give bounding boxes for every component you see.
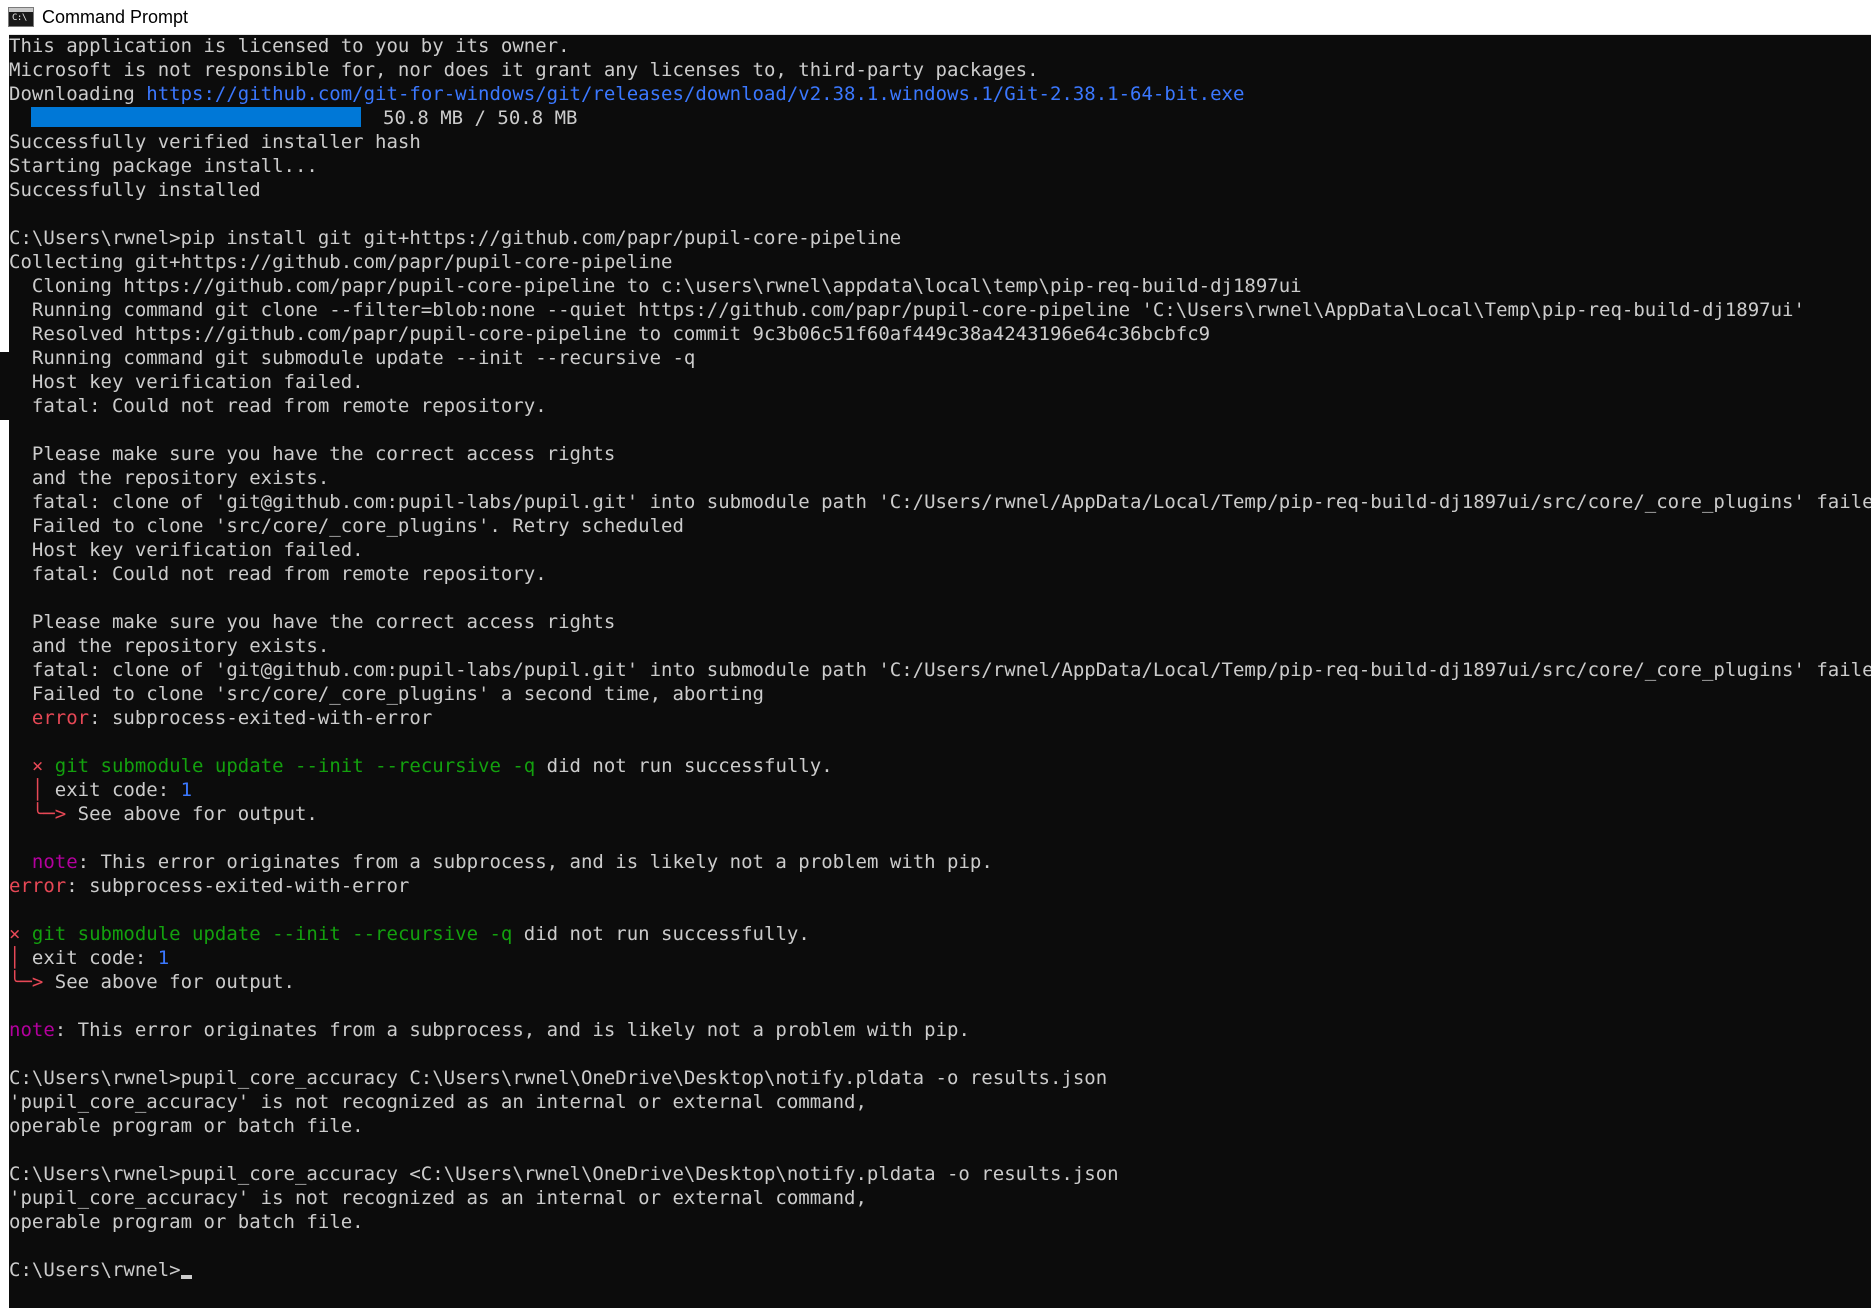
console-line: Failed to clone 'src/core/_core_plugins'…	[9, 515, 684, 537]
console-line: operable program or batch file.	[9, 1115, 364, 1137]
download-prefix: Downloading	[9, 83, 147, 105]
exit-code-label: exit code:	[20, 947, 158, 969]
console-line: and the repository exists.	[9, 467, 330, 489]
console-line: operable program or batch file.	[9, 1211, 364, 1233]
error-x-icon: ×	[31, 755, 44, 777]
inner-see-above-line: ╰─> See above for output.	[9, 802, 1871, 826]
console-line: Microsoft is not responsible for, nor do…	[9, 59, 1039, 81]
console-line: Please make sure you have the correct ac…	[9, 443, 616, 465]
outer-see-above-line: ╰─> See above for output.	[9, 970, 1871, 994]
exit-code-value: 1	[180, 779, 193, 801]
window-title: Command Prompt	[42, 6, 189, 27]
download-progress-bar	[31, 107, 361, 127]
tree-branch-icon: │	[31, 779, 44, 801]
exit-code-value: 1	[157, 947, 170, 969]
download-size: 50.8 MB / 50.8 MB	[383, 107, 578, 129]
not-success-text: did not run successfully.	[512, 923, 810, 945]
cmd-console-icon: C:\	[8, 7, 34, 27]
console-line: Starting package install...	[9, 155, 318, 177]
note-label: note	[9, 1019, 55, 1041]
note-message: : This error originates from a subproces…	[77, 851, 993, 873]
inner-note-line: note: This error originates from a subpr…	[9, 850, 1871, 874]
command-line: C:\Users\rwnel>pupil_core_accuracy <C:\U…	[9, 1163, 1119, 1185]
console-line: 'pupil_core_accuracy' is not recognized …	[9, 1091, 867, 1113]
console-line: Cloning https://github.com/papr/pupil-co…	[9, 275, 1302, 297]
console-line: Running command git submodule update --i…	[9, 347, 696, 369]
console-line: Successfully verified installer hash	[9, 131, 421, 153]
console-line: fatal: clone of 'git@github.com:pupil-la…	[9, 659, 1871, 681]
console-line: fatal: Could not read from remote reposi…	[9, 563, 547, 585]
command-line: C:\Users\rwnel>pupil_core_accuracy C:\Us…	[9, 1067, 1108, 1089]
outer-error-line: error: subprocess-exited-with-error	[9, 874, 1871, 898]
console-line: fatal: clone of 'git@github.com:pupil-la…	[9, 491, 1871, 513]
console-line: Successfully installed	[9, 179, 261, 201]
error-label: error	[9, 875, 67, 897]
console-line: Host key verification failed.	[9, 371, 364, 393]
tree-arrow-icon: ╰─>	[31, 803, 67, 825]
error-x-icon: ×	[9, 923, 21, 945]
failed-command: git submodule update --init --recursive …	[20, 923, 513, 945]
console-line: Running command git clone --filter=blob:…	[9, 299, 1805, 321]
prompt-text: C:\Users\rwnel>	[9, 1259, 181, 1281]
console-line: This application is licensed to you by i…	[9, 35, 570, 57]
exit-code-label: exit code:	[43, 779, 181, 801]
text-cursor	[180, 1275, 192, 1279]
console-line: 'pupil_core_accuracy' is not recognized …	[9, 1187, 867, 1209]
tree-branch-icon: │	[9, 947, 21, 969]
console-output[interactable]: This application is licensed to you by i…	[9, 34, 1871, 1308]
error-message: : subprocess-exited-with-error	[66, 875, 410, 897]
left-edge-strip	[0, 420, 9, 1308]
not-success-text: did not run successfully.	[535, 755, 833, 777]
see-above-text: See above for output.	[43, 971, 295, 993]
see-above-text: See above for output.	[66, 803, 318, 825]
title-bar[interactable]: C:\ Command Prompt	[0, 0, 1871, 35]
prompt-line[interactable]: C:\Users\rwnel>	[9, 1258, 1871, 1282]
console-line: Please make sure you have the correct ac…	[9, 611, 616, 633]
error-message: : subprocess-exited-with-error	[89, 707, 433, 729]
note-message: : This error originates from a subproces…	[54, 1019, 970, 1041]
download-line: Downloading https://github.com/git-for-w…	[9, 82, 1871, 106]
inner-exit-code-line: │ exit code: 1	[9, 778, 1871, 802]
note-label: note	[31, 851, 78, 873]
tree-arrow-icon: ╰─>	[9, 971, 44, 993]
outer-note-line: note: This error originates from a subpr…	[9, 1018, 1871, 1042]
console-line: and the repository exists.	[9, 635, 330, 657]
download-progress-line: 50.8 MB / 50.8 MB	[9, 106, 1871, 130]
error-label: error	[31, 707, 90, 729]
command-prompt-window[interactable]: C:\ Command Prompt This application is l…	[0, 0, 1871, 1308]
download-url-link[interactable]: https://github.com/git-for-windows/git/r…	[146, 83, 1244, 105]
console-line: Resolved https://github.com/papr/pupil-c…	[9, 323, 1211, 345]
outer-exit-code-line: │ exit code: 1	[9, 946, 1871, 970]
console-line: Failed to clone 'src/core/_core_plugins'…	[9, 683, 764, 705]
console-line: Host key verification failed.	[9, 539, 364, 561]
left-edge-strip	[0, 34, 9, 352]
command-line: C:\Users\rwnel>pip install git git+https…	[9, 227, 902, 249]
failed-command: git submodule update --init --recursive …	[43, 755, 536, 777]
console-line: fatal: Could not read from remote reposi…	[9, 395, 547, 417]
console-line: Collecting git+https://github.com/papr/p…	[9, 251, 673, 273]
outer-error-summary-line: × git submodule update --init --recursiv…	[9, 922, 1871, 946]
inner-error-summary-line: × git submodule update --init --recursiv…	[9, 754, 1871, 778]
inner-error-line: error: subprocess-exited-with-error	[9, 706, 1871, 730]
